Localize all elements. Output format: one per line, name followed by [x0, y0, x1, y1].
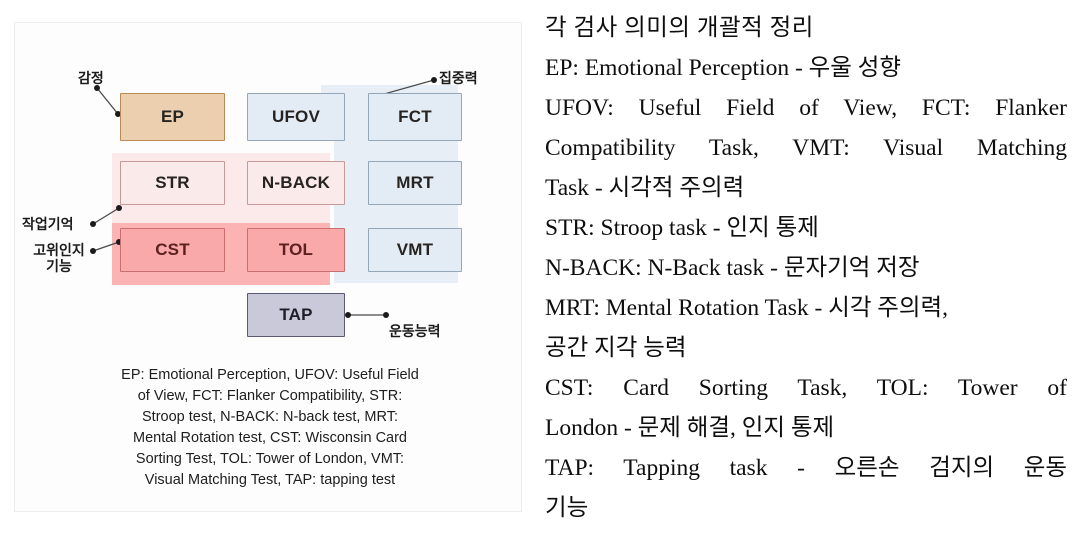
test-box-vmt: VMT	[368, 228, 462, 272]
annotation-attention: 집중력	[439, 70, 478, 86]
summary-line-london: London - 문제 해결, 인지 통제	[545, 415, 835, 441]
summary-line-str: STR: Stroop task - 인지 통제	[545, 215, 819, 241]
test-box-nback-label: N-BACK	[261, 173, 331, 192]
summary-line-compat: Compatibility Task, VMT: Visual Matching	[545, 135, 1067, 161]
test-box-tap: TAP	[247, 293, 345, 337]
test-box-cst-label: CST	[155, 240, 190, 259]
figure-with-summary-page: EP UFOV FCT STR N-BACK MRT CST TOL VMT T…	[0, 0, 1075, 542]
summary-line-nback: N-BACK: N-Back task - 문자기억 저장	[545, 255, 920, 281]
test-box-fct-label: FCT	[398, 107, 432, 126]
figure-caption: EP: Emotional Perception, UFOV: Useful F…	[75, 365, 465, 491]
annotation-higher-cognition: 고위인지 기능	[25, 242, 93, 274]
test-box-tol: TOL	[247, 228, 345, 272]
annotation-higher-cognition-line2: 기능	[46, 258, 72, 275]
summary-line-task: Task - 시각적 주의력	[545, 175, 745, 201]
annotation-higher-cognition-line1: 고위인지	[33, 242, 85, 258]
test-box-ufov: UFOV	[247, 93, 345, 141]
test-box-tol-label: TOL	[278, 240, 314, 259]
test-box-fct: FCT	[368, 93, 462, 141]
test-box-ep-label: EP	[160, 107, 185, 126]
figure-caption-line: of View, FCT: Flanker Compatibility, STR…	[137, 388, 403, 405]
test-box-str-label: STR	[155, 173, 190, 192]
annotation-working-memory: 작업기억	[22, 216, 74, 232]
summary-line-cst: CST: Card Sorting Task, TOL: Tower of	[545, 375, 1067, 401]
figure-caption-line: Visual Matching Test, TAP: tapping test	[144, 472, 396, 489]
summary-title: 각 검사 의미의 개괄적 정리	[545, 15, 814, 41]
test-box-ep: EP	[120, 93, 225, 141]
annotation-motor-ability: 운동능력	[389, 323, 441, 339]
figure-caption-line: Mental Rotation test, CST: Wisconsin Car…	[133, 430, 407, 447]
annotation-emotion: 감정	[78, 70, 104, 86]
summary-text-panel: 각 검사 의미의 개괄적 정리 EP: Emotional Perception…	[545, 8, 1067, 536]
test-box-mrt: MRT	[368, 161, 462, 205]
figure-panel: EP UFOV FCT STR N-BACK MRT CST TOL VMT T…	[14, 22, 522, 512]
figure-caption-line: EP: Emotional Perception, UFOV: Useful F…	[121, 367, 419, 383]
summary-line-ufov: UFOV: Useful Field of View, FCT: Flanker	[545, 95, 1067, 121]
test-box-mrt-label: MRT	[396, 173, 434, 192]
summary-line-tap: TAP: Tapping task - 오른손 검지의 운동	[545, 455, 1067, 481]
test-box-ufov-label: UFOV	[271, 107, 321, 126]
summary-line-mrt: MRT: Mental Rotation Task - 시각 주의력,	[545, 295, 949, 321]
test-box-nback: N-BACK	[247, 161, 345, 205]
test-box-vmt-label: VMT	[396, 240, 434, 259]
test-box-tap-label: TAP	[279, 305, 313, 324]
summary-line-ep: EP: Emotional Perception - 우울 성향	[545, 55, 902, 81]
summary-line-spatial: 공간 지각 능력	[545, 335, 687, 361]
diagram-area: EP UFOV FCT STR N-BACK MRT CST TOL VMT T…	[15, 23, 523, 353]
figure-caption-line: Stroop test, N-BACK: N-back test, MRT:	[142, 409, 398, 426]
summary-line-func: 기능	[545, 495, 589, 521]
figure-caption-line: Sorting Test, TOL: Tower of London, VMT:	[135, 451, 405, 468]
test-box-cst: CST	[120, 228, 225, 272]
test-box-str: STR	[120, 161, 225, 205]
